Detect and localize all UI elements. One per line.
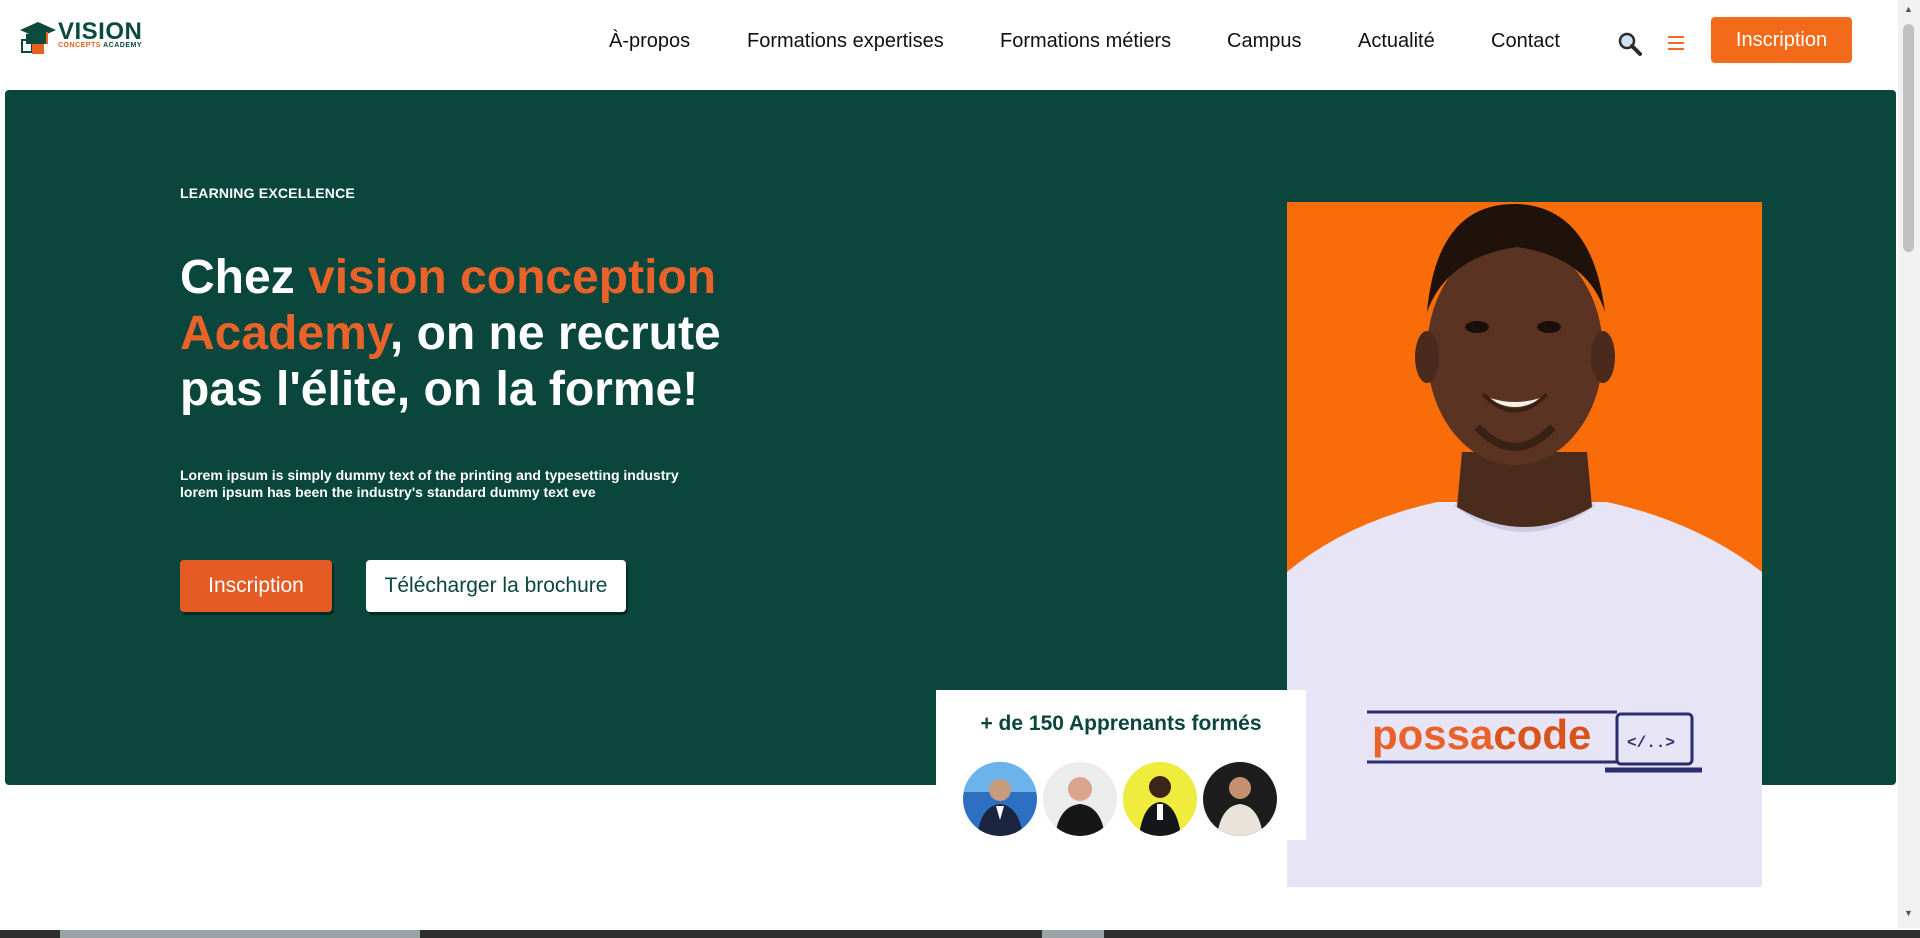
shirt-text-left: possa bbox=[1372, 711, 1494, 758]
nav-item-apropos[interactable]: À-propos bbox=[609, 30, 690, 53]
taskbar-strip bbox=[0, 930, 1920, 938]
avatar[interactable] bbox=[1203, 762, 1277, 836]
avatar[interactable] bbox=[1043, 762, 1117, 836]
search-icon[interactable] bbox=[1616, 30, 1644, 58]
hero-headline: Chez vision conception Academy, on ne re… bbox=[180, 250, 780, 418]
nav-item-contact[interactable]: Contact bbox=[1491, 30, 1560, 53]
logo-subtitle-right: ACADEMY bbox=[103, 42, 142, 49]
hero-description-line1: Lorem ipsum is simply dummy text of the … bbox=[180, 467, 679, 483]
header-inscription-button[interactable]: Inscription bbox=[1711, 17, 1852, 63]
scroll-down-arrow-icon[interactable]: ▼ bbox=[1904, 908, 1913, 918]
vertical-scrollbar[interactable]: ▲ ▼ bbox=[1898, 0, 1920, 928]
hero-inscription-button[interactable]: Inscription bbox=[180, 560, 332, 612]
nav-item-formations-metiers[interactable]: Formations métiers bbox=[1000, 30, 1171, 53]
hero-eyebrow: LEARNING EXCELLENCE bbox=[180, 185, 355, 201]
site-header: VISION CONCEPTS ACADEMY À-propos Formati… bbox=[0, 0, 1898, 90]
hero-description: Lorem ipsum is simply dummy text of the … bbox=[180, 467, 740, 501]
vision-logo[interactable]: VISION CONCEPTS ACADEMY bbox=[18, 18, 142, 58]
learners-card: + de 150 Apprenants formés bbox=[936, 690, 1306, 840]
shirt-code-text: </..> bbox=[1627, 734, 1675, 752]
logo-subtitle-left: CONCEPTS bbox=[58, 42, 101, 49]
taskbar-segment bbox=[60, 930, 420, 938]
hamburger-menu-icon[interactable] bbox=[1666, 32, 1688, 54]
taskbar-segment bbox=[1042, 930, 1104, 938]
student-photo: possacode </..> bbox=[1287, 202, 1762, 887]
graduation-cap-icon bbox=[20, 22, 56, 54]
shirt-text-right: code bbox=[1493, 711, 1591, 758]
nav-item-campus[interactable]: Campus bbox=[1227, 30, 1301, 53]
scroll-up-arrow-icon[interactable]: ▲ bbox=[1904, 4, 1913, 14]
learners-title: + de 150 Apprenants formés bbox=[980, 712, 1262, 735]
avatar[interactable] bbox=[963, 762, 1037, 836]
hero-description-line2: lorem ipsum has been the industry's stan… bbox=[180, 484, 596, 500]
nav-item-actualite[interactable]: Actualité bbox=[1358, 30, 1435, 53]
avatar[interactable] bbox=[1123, 762, 1197, 836]
headline-prefix: Chez bbox=[180, 251, 309, 304]
logo-subtitle: CONCEPTS ACADEMY bbox=[58, 42, 142, 49]
svg-text:possacode: possacode bbox=[1372, 711, 1591, 758]
download-brochure-button[interactable]: Télécharger la brochure bbox=[366, 560, 626, 612]
nav-item-formations-expertises[interactable]: Formations expertises bbox=[747, 30, 944, 53]
scrollbar-thumb[interactable] bbox=[1903, 24, 1914, 252]
